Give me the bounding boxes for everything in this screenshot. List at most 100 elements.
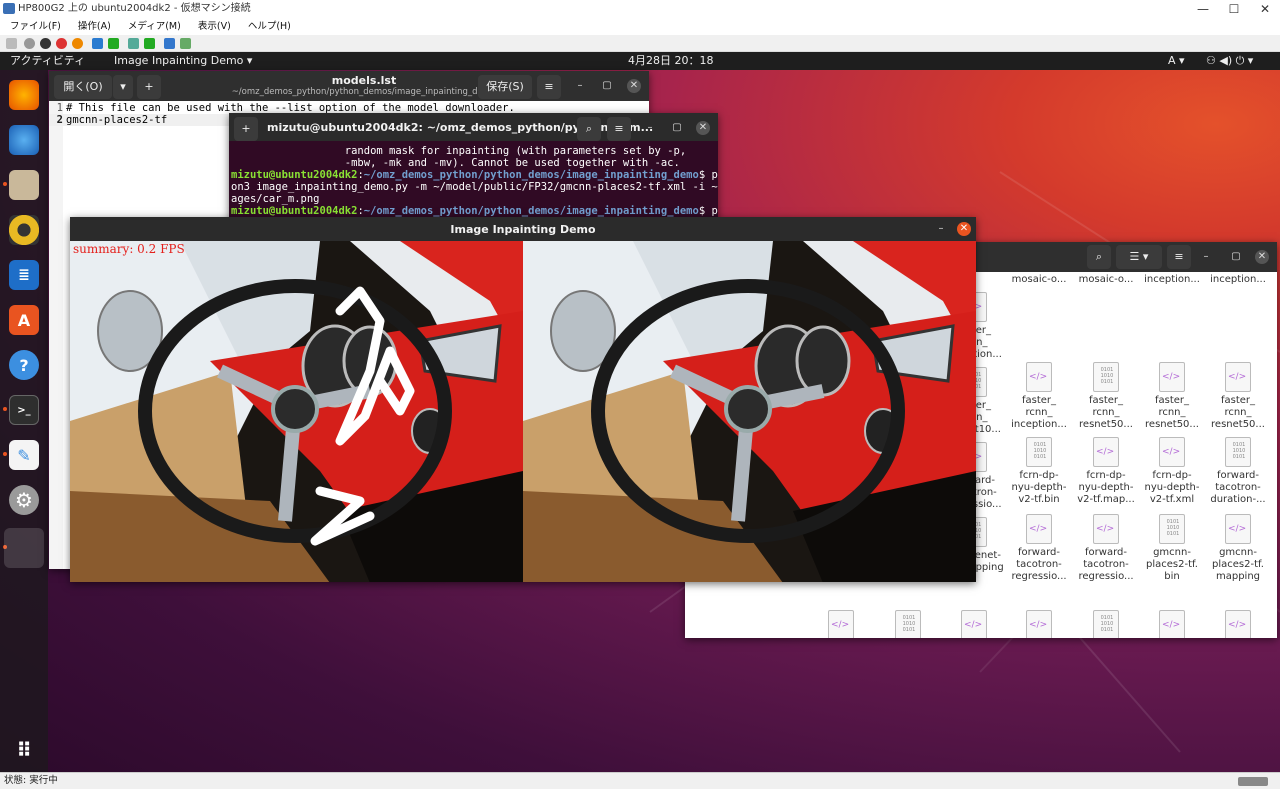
inpainting-app-icon[interactable] [4, 528, 44, 568]
file-item[interactable]: fcrn-dp- nyu-depth- v2-tf.xml [1141, 437, 1203, 506]
image-canvas: summary: 0.2 FPS [70, 241, 976, 582]
file-item[interactable]: googlenet- v2.xml [1207, 610, 1269, 638]
new-tab-icon[interactable]: + [234, 117, 258, 141]
command-line: ages/car_m.png [231, 193, 320, 205]
save-state-icon[interactable] [72, 38, 83, 49]
file-item[interactable]: googlenet- v2.bin [1075, 610, 1137, 638]
file-item[interactable]: mosaic-o... [1075, 274, 1137, 286]
rhythmbox-icon[interactable] [9, 215, 39, 245]
file-item[interactable]: faster_ rcnn_ inception... [1008, 362, 1070, 431]
system-tray[interactable]: ⚇ ◀) ⏻ ▾ [1206, 52, 1253, 70]
file-item[interactable]: faster_ rcnn_ resnet50... [1141, 362, 1203, 431]
file-item[interactable]: faster_ rcnn_ resnet50... [1207, 362, 1269, 431]
host-menu-bar: ファイル(F) 操作(A) メディア(M) 表示(V) ヘルプ(H) [0, 18, 1280, 35]
minimize-icon[interactable]: – [934, 222, 948, 236]
host-close-button[interactable]: ✕ [1250, 0, 1280, 18]
file-item[interactable]: inception... [1141, 274, 1203, 286]
menu-icon[interactable]: ≡ [1167, 245, 1191, 269]
shutdown-icon[interactable] [56, 38, 67, 49]
menu-view[interactable]: 表示(V) [198, 21, 231, 32]
settings-gear-icon[interactable]: ⚙ [9, 485, 39, 515]
menu-media[interactable]: メディア(M) [128, 21, 181, 32]
file-item[interactable]: googlenet- v1.xml [810, 610, 872, 638]
file-item[interactable]: googlenet- v1-tf.xml [1008, 610, 1070, 638]
host-title-bar: HP800G2 上の ubuntu2004dk2 - 仮想マシン接続 — ☐ ✕ [0, 0, 1280, 18]
file-item[interactable]: gmcnn- places2-tf. mapping [1207, 514, 1269, 583]
menu-action[interactable]: 操作(A) [78, 21, 111, 32]
line-text: gmcnn-places2-tf [66, 114, 168, 126]
text-editor-icon[interactable]: ✎ [9, 440, 39, 470]
pause-icon[interactable] [92, 38, 103, 49]
file-item[interactable]: googlenet- v1-tf. mapping [943, 610, 1005, 638]
maximize-icon[interactable]: ▢ [670, 121, 684, 135]
search-icon[interactable]: ⌕ [577, 117, 601, 141]
file-name: faster_ rcnn_ resnet50... [1079, 395, 1133, 430]
file-item[interactable]: fcrn-dp- nyu-depth- v2-tf.bin [1008, 437, 1070, 506]
file-item[interactable]: faster_ rcnn_ resnet50... [1075, 362, 1137, 431]
app-menu[interactable]: Image Inpainting Demo ▾ [114, 52, 252, 70]
terminal-output[interactable]: random mask for inpainting (with paramet… [229, 141, 718, 223]
checkpoint-icon[interactable] [128, 38, 139, 49]
firefox-icon[interactable] [9, 80, 39, 110]
maximize-icon[interactable]: ▢ [1229, 250, 1243, 264]
menu-help[interactable]: ヘルプ(H) [248, 21, 291, 32]
file-item[interactable]: forward- tacotron- regressio... [1075, 514, 1137, 583]
close-icon[interactable]: ✕ [957, 222, 971, 236]
minimize-icon[interactable]: – [643, 121, 657, 135]
close-icon[interactable]: ✕ [696, 121, 710, 135]
xml-file-icon [1225, 610, 1251, 638]
xml-file-icon [1225, 362, 1251, 392]
close-icon[interactable]: ✕ [627, 79, 641, 93]
save-button[interactable]: 保存(S) [478, 75, 532, 99]
close-icon[interactable]: ✕ [1255, 250, 1269, 264]
menu-icon[interactable]: ≡ [537, 75, 561, 99]
activities-button[interactable]: アクティビティ [10, 52, 85, 70]
menu-icon[interactable]: ≡ [607, 117, 631, 141]
resume-icon[interactable] [108, 38, 119, 49]
masked-image: summary: 0.2 FPS [70, 241, 523, 582]
menu-file[interactable]: ファイル(F) [10, 21, 61, 32]
host-minimize-button[interactable]: — [1188, 0, 1218, 18]
revert-icon[interactable] [144, 38, 155, 49]
file-item[interactable]: googlenet- v1-tf.bin [877, 610, 939, 638]
open-dropdown-icon[interactable]: ▾ [113, 75, 133, 99]
thunderbird-icon[interactable] [9, 125, 39, 155]
minimize-icon[interactable]: – [1199, 250, 1213, 264]
files-icon[interactable] [9, 170, 39, 200]
enhanced-session-icon[interactable] [164, 38, 175, 49]
file-name: gmcnn- places2-tf. bin [1146, 547, 1198, 582]
libreoffice-writer-icon[interactable]: ≣ [9, 260, 39, 290]
new-document-icon[interactable]: + [137, 75, 161, 99]
minimize-icon[interactable]: – [573, 79, 587, 93]
file-item[interactable]: forward- tacotron- duration-... [1207, 437, 1269, 506]
input-method-indicator[interactable]: A ▾ [1168, 52, 1185, 70]
turn-off-icon[interactable] [40, 38, 51, 49]
document-path: ~/omz_demos_python/python_demos/image_in… [231, 87, 497, 97]
maximize-icon[interactable]: ▢ [600, 79, 614, 93]
file-item[interactable]: googlenet- v2.mapping [1141, 610, 1203, 638]
search-icon[interactable]: ⌕ [1087, 245, 1111, 269]
inpainted-image [523, 241, 976, 582]
xml-file-icon [1026, 610, 1052, 638]
software-center-icon[interactable]: A [9, 305, 39, 335]
clock[interactable]: 4月28日 20：18 [628, 52, 714, 70]
terminal-icon[interactable]: >_ [9, 395, 39, 425]
share-icon[interactable] [180, 38, 191, 49]
file-item[interactable]: inception... [1207, 274, 1269, 286]
file-item[interactable]: gmcnn- places2-tf. bin [1141, 514, 1203, 583]
running-indicator [3, 407, 7, 411]
file-item[interactable]: mosaic-o... [1008, 274, 1070, 286]
view-options-icon[interactable]: ☰ ▾ [1116, 245, 1162, 269]
xml-file-icon [1159, 437, 1185, 467]
open-button[interactable]: 開く(O) [54, 75, 112, 99]
terminal-header-bar: + mizutu@ubuntu2004dk2: ~/omz_demos_pyth… [229, 113, 718, 143]
ctrl-alt-del-icon[interactable] [6, 38, 17, 49]
xml-file-icon [1026, 362, 1052, 392]
file-item[interactable]: fcrn-dp- nyu-depth- v2-tf.map... [1075, 437, 1137, 506]
host-maximize-button[interactable]: ☐ [1219, 0, 1249, 18]
file-name: forward- tacotron- duration-... [1210, 470, 1266, 505]
show-applications-icon[interactable]: ⠿ [9, 735, 39, 765]
help-icon[interactable]: ? [9, 350, 39, 380]
file-item[interactable]: forward- tacotron- regressio... [1008, 514, 1070, 583]
start-icon[interactable] [24, 38, 35, 49]
